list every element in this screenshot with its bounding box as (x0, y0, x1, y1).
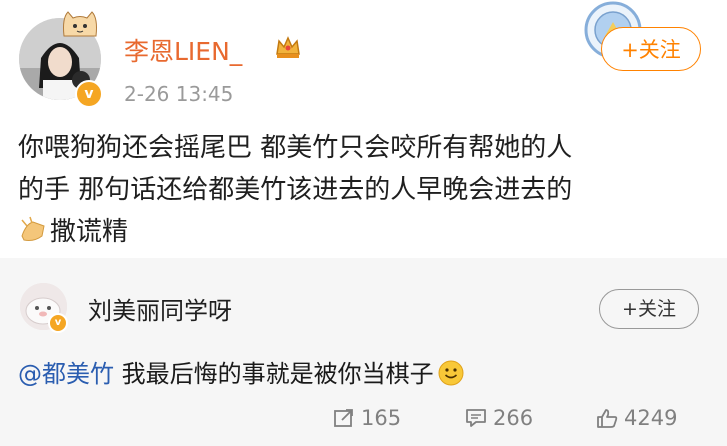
repost-icon (334, 409, 353, 427)
content-line-last: 撒谎精 (18, 211, 718, 253)
verified-badge-icon: v (75, 80, 103, 108)
follow-button[interactable]: +关注 (599, 289, 699, 329)
commenter-name[interactable]: 刘美丽同学呀 (88, 291, 232, 326)
comment-text: @都美竹 我最后悔的事就是被你当棋子 (18, 354, 464, 389)
weibo-post: v 李恩LIEN_ 2-26 13:45 +关注 你喂狗狗还会摇尾巴 都美竹只会… (0, 0, 727, 258)
clap-emoji-icon (21, 216, 45, 241)
follow-button[interactable]: +关注 (601, 27, 701, 71)
like-count: 4249 (624, 406, 678, 430)
mention-link[interactable]: @都美竹 (18, 360, 114, 388)
comment-body: 我最后悔的事就是被你当棋子 (114, 360, 434, 388)
content-line: 的手 那句话还给都美竹该进去的人早晚会进去的 (18, 175, 573, 205)
smile-emoji-icon (438, 360, 464, 386)
verified-badge-icon: v (48, 313, 68, 333)
author-name[interactable]: 李恩LIEN_ (124, 32, 242, 68)
content-line: 你喂狗狗还会摇尾巴 都美竹只会咬所有帮她的人 (18, 133, 573, 163)
comment-count: 266 (493, 406, 534, 430)
like-button[interactable]: 4249 (596, 406, 677, 430)
crown-icon (276, 36, 300, 58)
post-timestamp: 2-26 13:45 (124, 82, 234, 106)
content-text: 撒谎精 (50, 217, 129, 247)
post-content: 你喂狗狗还会摇尾巴 都美竹只会咬所有帮她的人 的手 那句话还给都美竹该进去的人早… (18, 127, 718, 253)
comment-card: v 刘美丽同学呀 +关注 @都美竹 我最后悔的事就是被你当棋子 165 266 … (0, 258, 727, 446)
comment-icon (466, 409, 486, 427)
comment-button[interactable]: 266 (465, 406, 533, 430)
repost-button[interactable]: 165 (333, 406, 401, 430)
like-icon (597, 409, 618, 428)
repost-count: 165 (361, 406, 402, 430)
action-bar: 165 266 4249 (0, 398, 727, 438)
cat-decoration-icon (63, 11, 97, 37)
